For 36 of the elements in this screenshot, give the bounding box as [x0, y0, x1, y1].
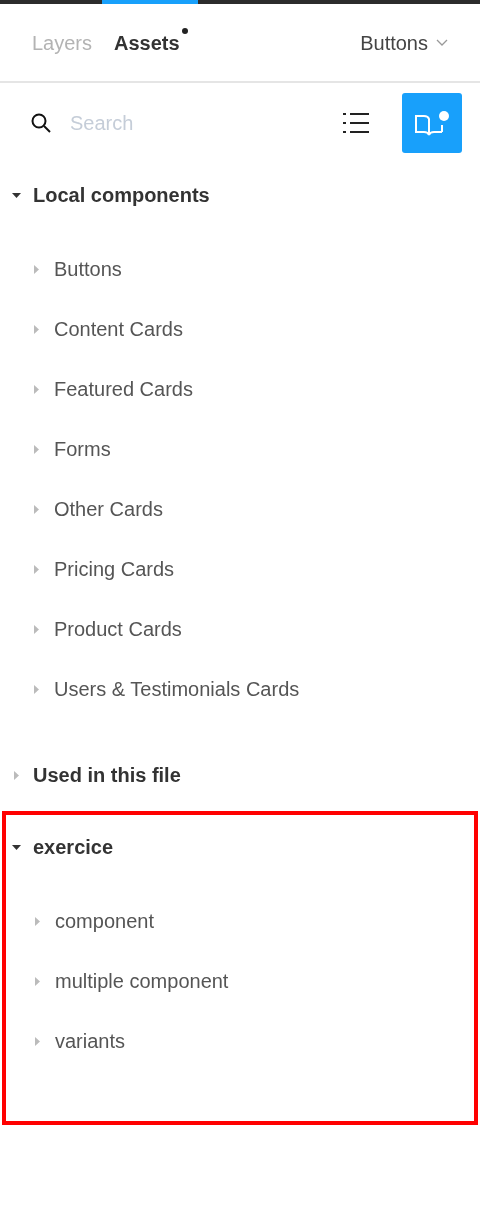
- caret-right-icon: [32, 624, 41, 634]
- caret-right-icon: [32, 324, 41, 334]
- section-header[interactable]: Used in this file: [0, 743, 480, 807]
- caret-right-icon: [32, 684, 41, 694]
- section-header[interactable]: Local components: [0, 163, 480, 227]
- component-folder[interactable]: Pricing Cards: [0, 539, 480, 599]
- search-field[interactable]: Search: [70, 108, 270, 138]
- caret-right-icon: [32, 264, 41, 274]
- library-button[interactable]: [402, 93, 462, 153]
- tab[interactable]: Assets: [114, 27, 180, 58]
- component-folder[interactable]: component: [6, 891, 474, 951]
- caret-right-icon: [33, 916, 42, 926]
- component-folder[interactable]: Other Cards: [0, 479, 480, 539]
- caret-down-icon: [12, 190, 21, 200]
- caret-right-icon: [32, 444, 41, 454]
- component-folder[interactable]: multiple component: [6, 951, 474, 1011]
- page-dropdown[interactable]: Buttons: [360, 27, 448, 58]
- caret-right-icon: [32, 504, 41, 514]
- component-folder[interactable]: Forms: [0, 419, 480, 479]
- chevron-down-icon: [436, 38, 448, 47]
- component-folder[interactable]: variants: [6, 1011, 474, 1071]
- caret-right-icon: [32, 384, 41, 394]
- caret-right-icon: [33, 976, 42, 986]
- list-icon: [343, 111, 369, 135]
- book-icon: [412, 108, 452, 138]
- component-folder[interactable]: Featured Cards: [0, 359, 480, 419]
- component-folder[interactable]: Users & Testimonials Cards: [0, 659, 480, 719]
- search-icon: [30, 112, 52, 134]
- component-folder[interactable]: Content Cards: [0, 299, 480, 359]
- caret-right-icon: [33, 1036, 42, 1046]
- section-header[interactable]: exercice: [6, 815, 474, 879]
- caret-right-icon: [32, 564, 41, 574]
- component-folder[interactable]: Product Cards: [0, 599, 480, 659]
- caret-down-icon: [12, 842, 21, 852]
- component-folder[interactable]: Buttons: [0, 239, 480, 299]
- caret-right-icon: [12, 770, 21, 780]
